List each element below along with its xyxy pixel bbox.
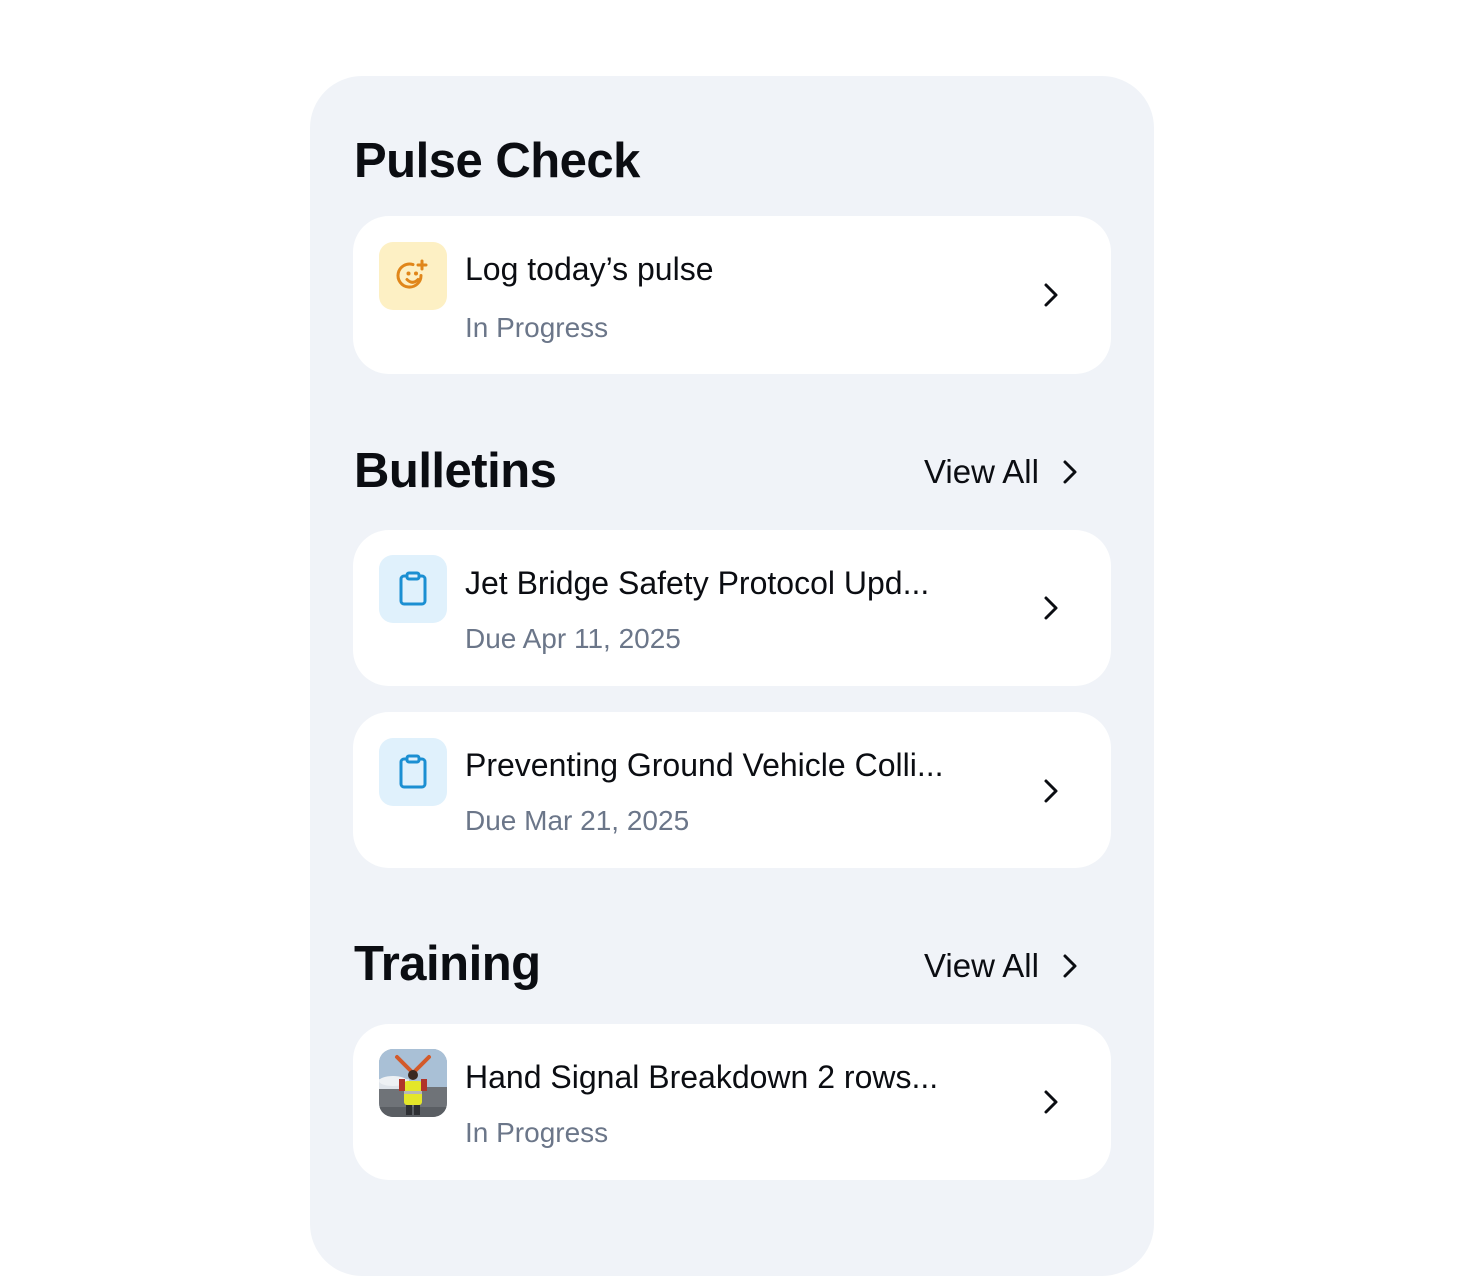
bulletin-due-date: Due Mar 21, 2025: [465, 805, 690, 836]
training-view-all-button[interactable]: View All: [924, 949, 1081, 982]
chevron-right-icon: [1041, 593, 1061, 623]
pulse-card-status: In Progress: [465, 312, 609, 343]
bulletin-title: Preventing Ground Vehicle Colli...: [465, 747, 944, 783]
smile-sparkle-icon: [379, 242, 447, 310]
training-status: In Progress: [465, 1117, 609, 1148]
chevron-right-icon: [1041, 776, 1061, 806]
chevron-right-icon: [1041, 280, 1061, 310]
bulletin-card[interactable]: Preventing Ground Vehicle Colli... Due M…: [353, 712, 1111, 868]
chevron-right-icon: [1059, 458, 1081, 486]
training-title: Hand Signal Breakdown 2 rows...: [465, 1059, 939, 1095]
clipboard-icon: [379, 555, 447, 623]
bulletins-view-all-button[interactable]: View All: [924, 455, 1081, 488]
training-thumbnail: [379, 1049, 447, 1117]
view-all-label: View All: [924, 947, 1039, 984]
training-heading: Training: [354, 937, 541, 991]
bulletins-heading: Bulletins: [354, 444, 557, 498]
view-all-label: View All: [924, 453, 1039, 490]
bulletin-due-date: Due Apr 11, 2025: [465, 623, 681, 654]
bulletin-card[interactable]: Jet Bridge Safety Protocol Upd... Due Ap…: [353, 530, 1111, 686]
clipboard-icon: [379, 738, 447, 806]
chevron-right-icon: [1041, 1087, 1061, 1117]
training-card[interactable]: Hand Signal Breakdown 2 rows... In Progr…: [353, 1024, 1111, 1180]
pulse-check-heading: Pulse Check: [354, 134, 640, 188]
pulse-check-card[interactable]: Log today’s pulse In Progress: [353, 216, 1111, 374]
pulse-card-title: Log today’s pulse: [465, 251, 714, 287]
bulletin-title: Jet Bridge Safety Protocol Upd...: [465, 565, 930, 601]
chevron-right-icon: [1059, 952, 1081, 980]
